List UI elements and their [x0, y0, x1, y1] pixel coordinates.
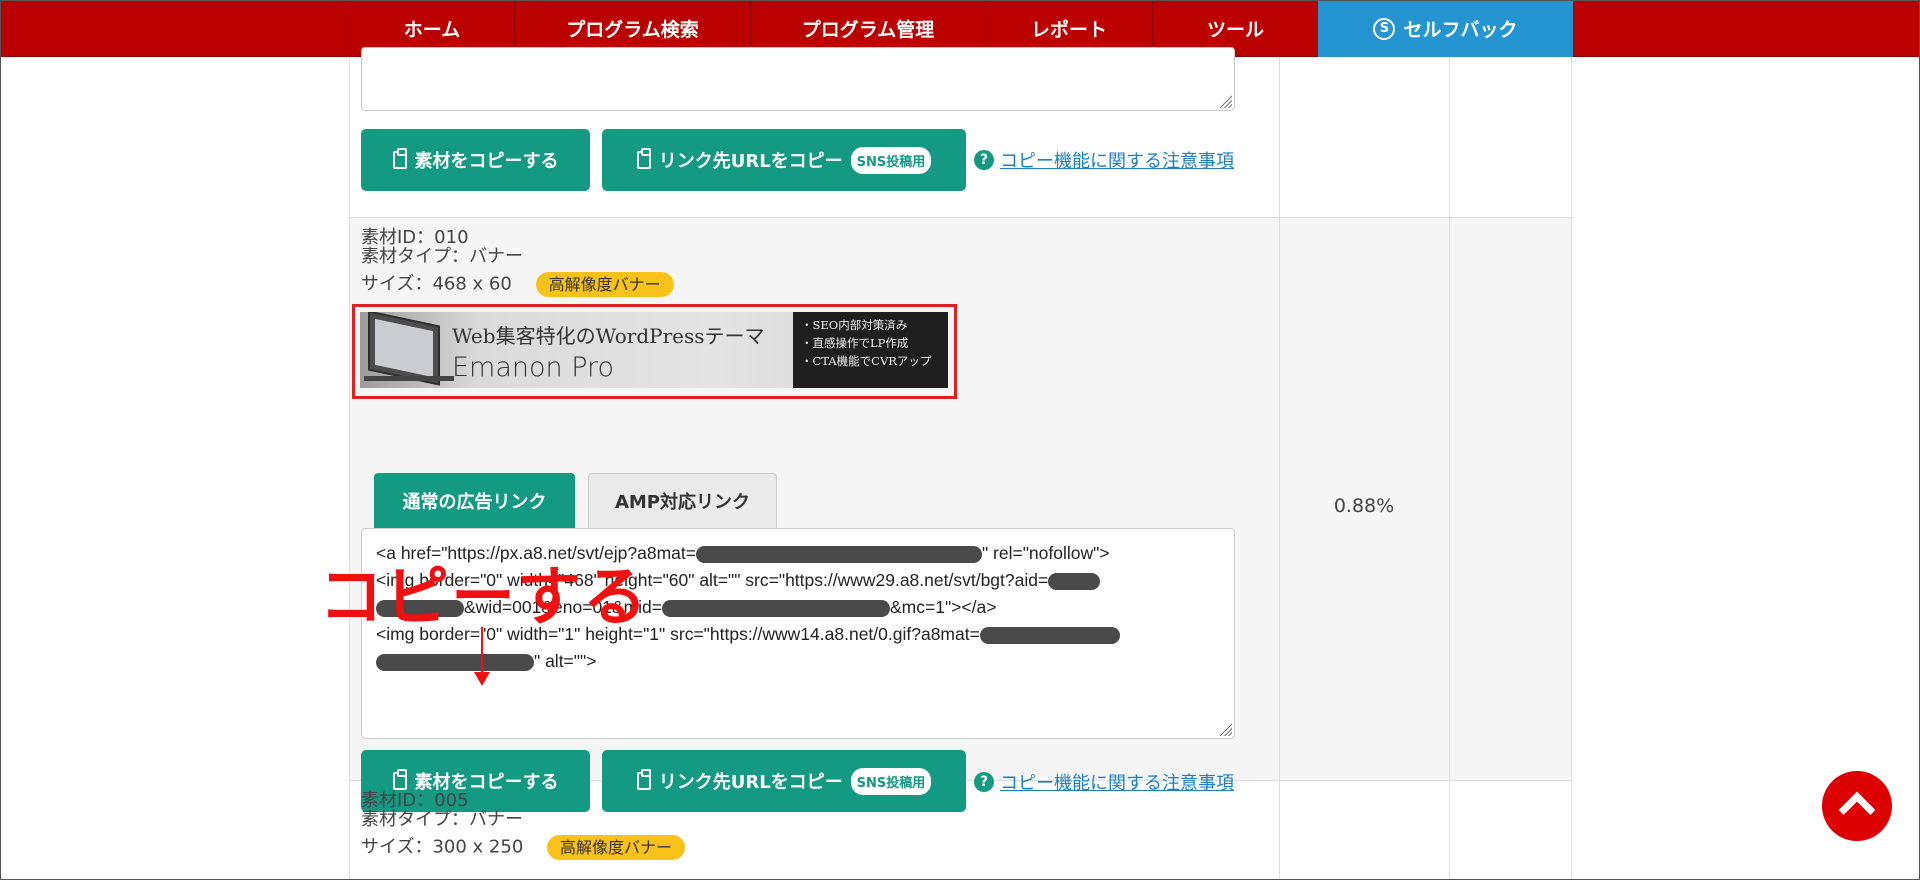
resize-handle-icon[interactable] [1218, 722, 1232, 736]
material-info: 素材ID：005 素材タイプ：バナー サイズ：300 x 250 高解像度バナー [361, 790, 686, 860]
material-id: 素材ID：005 [361, 790, 469, 811]
material-type: 素材タイプ：バナー [361, 246, 523, 267]
tab-normal-link[interactable]: 通常の広告リンク [374, 473, 575, 528]
banner-feature: ・CTA機能でCVRアップ [801, 354, 932, 368]
redacted-value [979, 626, 1120, 644]
copy-material-label: 素材をコピーする [414, 151, 559, 172]
code-textarea-previous[interactable] [361, 47, 1235, 111]
material-row-previous: 素材をコピーする リンク先URLをコピー SNS投稿用 ? コピー機能に関する注… [349, 47, 1572, 218]
reward-rate: 0.88% [1333, 495, 1395, 517]
material-size: サイズ：300 x 250 [361, 836, 524, 858]
chevron-up-icon [1838, 791, 1876, 829]
copy-url-button[interactable]: リンク先URLをコピー SNS投稿用 [602, 129, 966, 191]
copy-url-label: リンク先URLをコピー [658, 151, 843, 172]
nav-selfback-label: セルフバック [1403, 19, 1518, 41]
material-row-005: 素材ID：005 素材タイプ：バナー サイズ：300 x 250 高解像度バナー [349, 781, 1572, 880]
arrow-down-icon [474, 672, 490, 686]
hi-res-badge: 高解像度バナー [547, 835, 686, 860]
copy-annotation-text: コピーする [319, 561, 649, 635]
material-row-010: 素材ID：010 素材タイプ：バナー サイズ：468 x 60 高解像度バナー … [349, 218, 1572, 812]
material-size: サイズ：468 x 60 [361, 273, 512, 295]
materials-table: 素材をコピーする リンク先URLをコピー SNS投稿用 ? コピー機能に関する注… [349, 47, 1572, 880]
material-id: 素材ID：010 [361, 227, 469, 248]
material-size-line: サイズ：300 x 250 高解像度バナー [361, 835, 686, 860]
material-size-line: サイズ：468 x 60 高解像度バナー [361, 272, 674, 297]
resize-handle-icon[interactable] [1218, 94, 1232, 108]
material-info: 素材ID：010 素材タイプ：バナー サイズ：468 x 60 高解像度バナー [361, 228, 674, 297]
banner-image: Web集客特化のWordPressテーマ Emanon Pro ・SEO内部対策… [360, 312, 948, 388]
redacted-value [695, 545, 982, 563]
nav-selfback[interactable]: S セルフバック [1318, 0, 1573, 57]
banner-title: Web集客特化のWordPressテーマ [452, 324, 765, 348]
redacted-value [376, 653, 534, 671]
copy-note: ? コピー機能に関する注意事項 [974, 147, 1234, 173]
selfback-icon: S [1373, 17, 1396, 40]
clipboard-icon [392, 148, 407, 169]
banner-feature: ・直感操作でLP作成 [801, 336, 909, 350]
banner-highlight-frame: Web集客特化のWordPressテーマ Emanon Pro ・SEO内部対策… [352, 304, 957, 399]
banner-feature-list: ・SEO内部対策済み ・直感操作でLP作成 ・CTA機能でCVRアップ [793, 312, 948, 388]
hi-res-badge: 高解像度バナー [535, 272, 674, 297]
clipboard-icon [636, 148, 651, 169]
banner-logo: Emanon Pro [452, 352, 615, 383]
question-icon: ? [974, 150, 994, 170]
sns-badge: SNS投稿用 [850, 146, 932, 174]
redacted-value [1048, 572, 1101, 590]
tab-amp-link[interactable]: AMP対応リンク [588, 473, 777, 528]
banner-feature: ・SEO内部対策済み [801, 318, 908, 332]
copy-material-button[interactable]: 素材をコピーする [361, 129, 590, 191]
copy-note-link[interactable]: コピー機能に関する注意事項 [1000, 147, 1234, 173]
redacted-value [662, 599, 890, 617]
laptop-image [368, 312, 440, 386]
scroll-top-button[interactable] [1822, 771, 1892, 841]
material-type: 素材タイプ：バナー [361, 809, 523, 830]
